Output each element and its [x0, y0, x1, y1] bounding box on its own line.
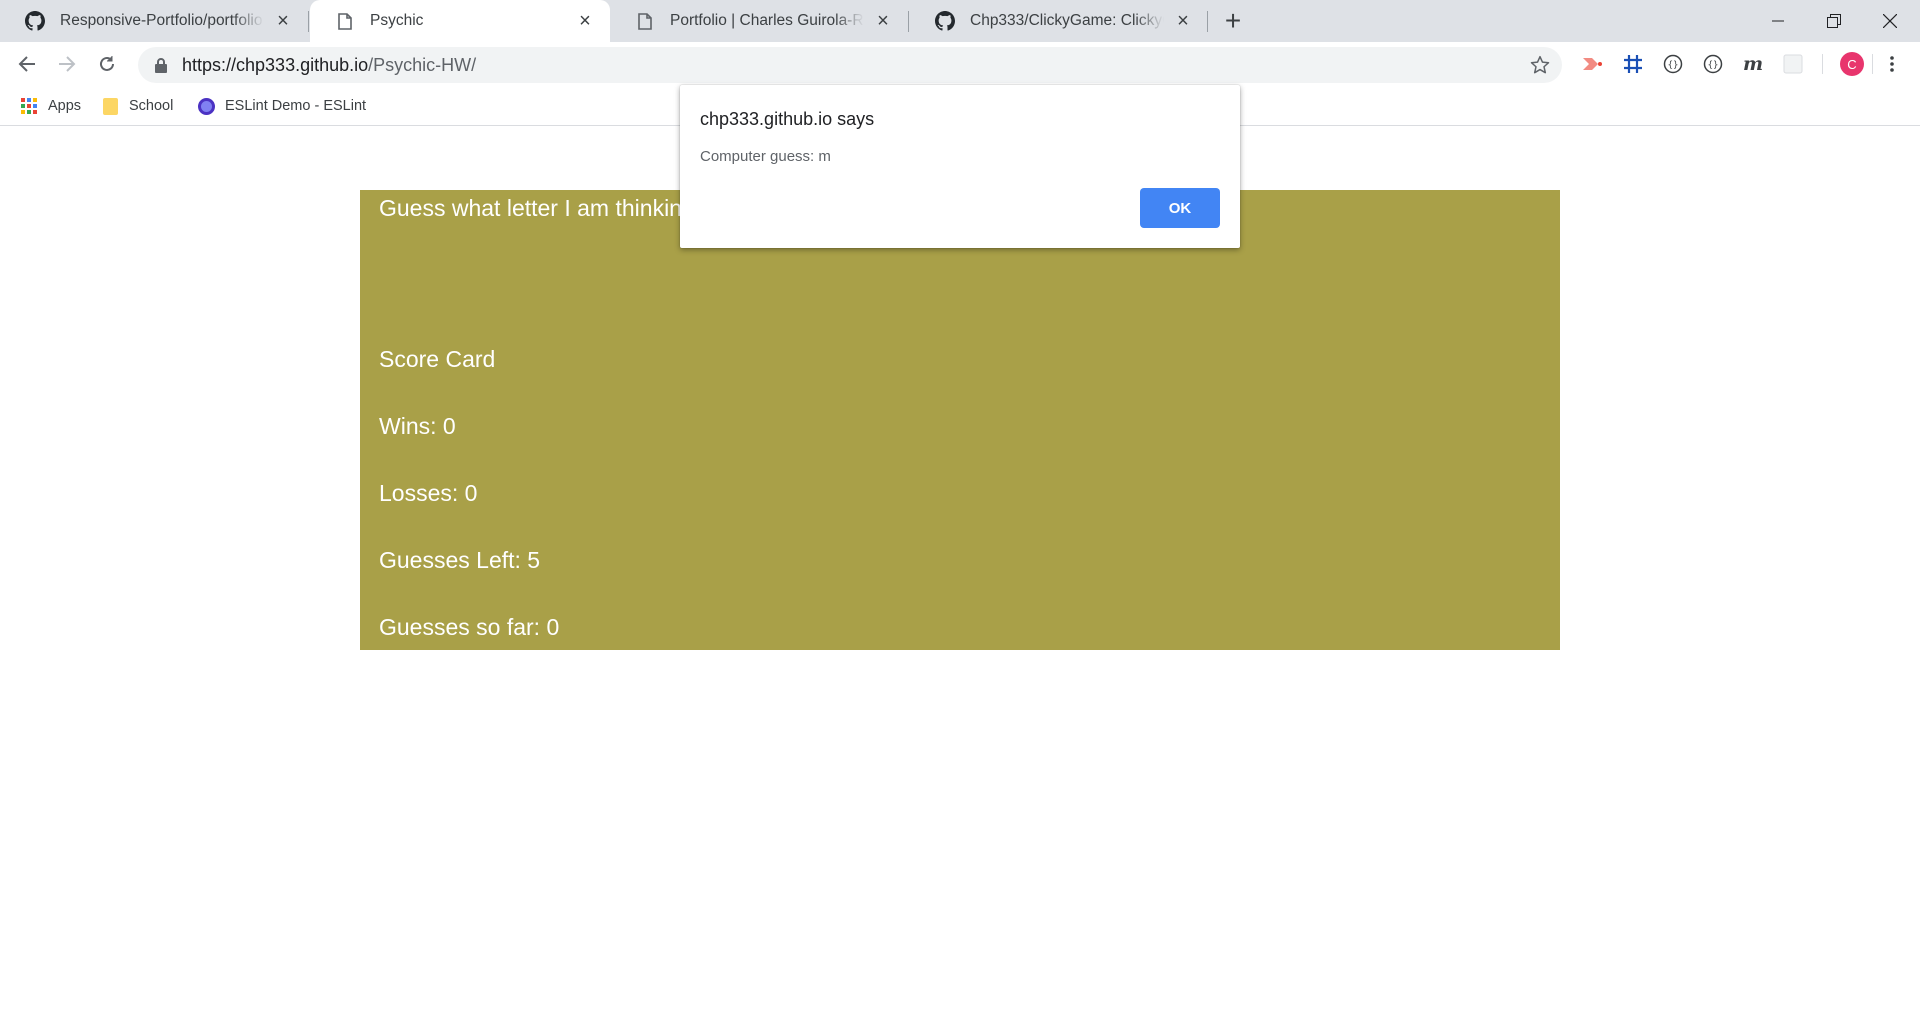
reload-icon[interactable] — [91, 48, 123, 80]
eslint-icon — [197, 97, 215, 115]
tab-clickygame[interactable]: Chp333/ClickyGame: ClickyGame × — [910, 0, 1208, 42]
url-text: https://chp333.github.io/Psychic-HW/ — [182, 55, 476, 76]
game-panel: Guess what letter I am thinking of! Scor… — [360, 190, 1560, 650]
restore-icon[interactable] — [1806, 0, 1862, 42]
guesses-left: Guesses Left: 5 — [379, 547, 541, 573]
bookmark-label: ESLint Demo - ESLint — [225, 98, 367, 114]
bookmark-star-icon[interactable] — [1528, 53, 1552, 77]
game-prompt: Guess what letter I am thinking of! — [379, 195, 727, 221]
back-icon[interactable] — [11, 48, 43, 80]
forward-icon[interactable] — [51, 48, 83, 80]
toolbar-separator — [1822, 54, 1823, 74]
alert-heading: chp333.github.io says — [700, 109, 875, 129]
extension-m-icon[interactable]: m — [1741, 52, 1765, 76]
page-icon — [334, 10, 356, 32]
tab-separator — [908, 11, 909, 32]
close-icon[interactable]: × — [272, 10, 294, 32]
svg-text:{}: {} — [1708, 61, 1719, 71]
apps-icon — [20, 97, 38, 115]
tab-separator — [1207, 11, 1208, 32]
browser-toolbar: https://chp333.github.io/Psychic-HW/ {} … — [0, 42, 1920, 86]
lock-icon[interactable] — [152, 57, 170, 73]
losses-count: Losses: 0 — [379, 480, 478, 506]
tab-title: Responsive-Portfolio/portfolio.html — [60, 12, 264, 29]
more-menu-icon[interactable] — [1880, 52, 1904, 76]
tab-portfolio[interactable]: Portfolio | Charles Guirola-Ribeiro × — [610, 0, 908, 42]
extension-grid-icon[interactable] — [1621, 52, 1645, 76]
extension-arrow-icon[interactable] — [1580, 52, 1604, 76]
extension-braces-icon[interactable]: {} — [1701, 52, 1725, 76]
bookmark-label: Apps — [48, 98, 82, 114]
tab-title: Portfolio | Charles Guirola-Ribeiro — [670, 12, 864, 29]
bookmark-school[interactable]: School — [101, 94, 173, 118]
alert-dialog: chp333.github.io says Computer guess: m … — [680, 85, 1240, 248]
extension-braces-icon[interactable]: {} — [1661, 52, 1685, 76]
tab-separator — [308, 11, 309, 32]
new-tab-button[interactable]: + — [1218, 5, 1248, 36]
tab-title: Chp333/ClickyGame: ClickyGame — [970, 12, 1164, 29]
score-card-title: Score Card — [379, 346, 496, 372]
close-icon[interactable]: × — [872, 10, 894, 32]
tab-psychic[interactable]: Psychic × — [310, 0, 610, 42]
tab-title: Psychic — [370, 12, 424, 29]
folder-icon — [101, 97, 119, 115]
close-icon[interactable]: × — [574, 10, 596, 32]
url-path: /Psychic-HW/ — [368, 54, 477, 75]
tab-strip: Responsive-Portfolio/portfolio.html × Ps… — [0, 0, 1920, 42]
window-close-icon[interactable] — [1862, 0, 1918, 42]
profile-avatar[interactable]: C — [1840, 52, 1864, 76]
github-icon — [24, 10, 46, 32]
ok-button[interactable]: OK — [1140, 188, 1220, 228]
svg-text:{}: {} — [1668, 61, 1679, 71]
bookmark-apps[interactable]: Apps — [20, 94, 81, 118]
alert-message: Computer guess: m — [700, 148, 831, 165]
github-icon — [934, 10, 956, 32]
bookmark-label: School — [129, 98, 174, 114]
toolbar-separator — [1872, 54, 1873, 74]
guesses-so-far: Guesses so far: 0 — [379, 614, 560, 640]
page-content: Guess what letter I am thinking of! Scor… — [0, 127, 1920, 1030]
wins-count: Wins: 0 — [379, 413, 456, 439]
close-icon[interactable]: × — [1172, 10, 1194, 32]
minimize-icon[interactable] — [1750, 0, 1806, 42]
url-host: https://chp333.github.io — [182, 54, 369, 75]
address-bar[interactable]: https://chp333.github.io/Psychic-HW/ — [138, 47, 1562, 83]
page-icon — [634, 10, 656, 32]
bookmark-eslint[interactable]: ESLint Demo - ESLint — [197, 94, 366, 118]
extension-blank-icon[interactable] — [1781, 52, 1805, 76]
tab-responsive-portfolio[interactable]: Responsive-Portfolio/portfolio.html × — [0, 0, 308, 42]
